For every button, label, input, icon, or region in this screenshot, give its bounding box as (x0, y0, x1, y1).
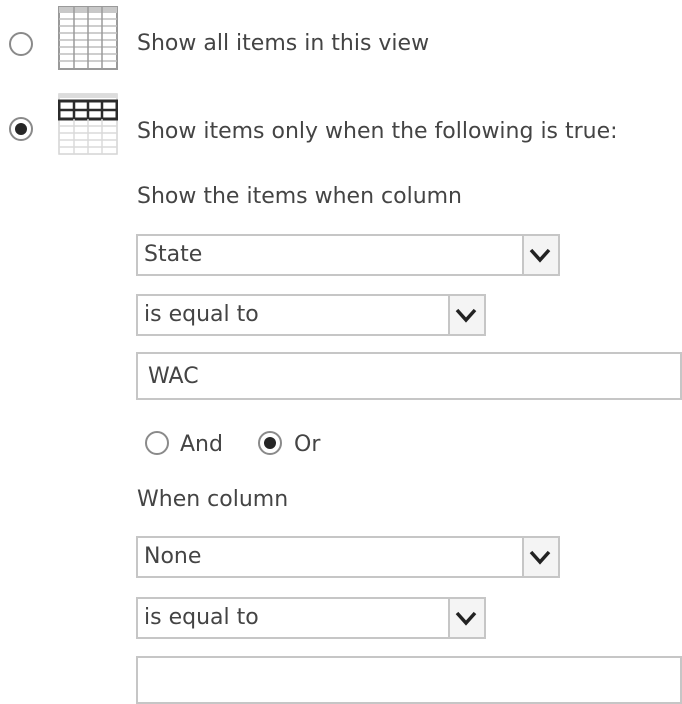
show-all-label[interactable]: Show all items in this view (137, 30, 429, 58)
condition2-value-input[interactable] (136, 656, 682, 704)
and-label[interactable]: And (180, 431, 223, 459)
or-radio[interactable] (258, 431, 282, 455)
grid-all-icon (58, 6, 118, 70)
condition1-heading: Show the items when column (137, 184, 463, 209)
chevron-down-icon[interactable] (448, 599, 484, 637)
and-radio[interactable] (145, 431, 169, 455)
chevron-down-icon[interactable] (448, 296, 484, 334)
chevron-down-icon[interactable] (522, 538, 558, 576)
condition1-column-value: State (144, 242, 203, 267)
condition2-operator-value: is equal to (144, 605, 259, 630)
chevron-down-icon[interactable] (522, 236, 558, 274)
show-filtered-label[interactable]: Show items only when the following is tr… (137, 118, 618, 146)
condition1-operator-value: is equal to (144, 302, 259, 327)
or-radio-dot (264, 437, 276, 449)
grid-filtered-icon (58, 93, 118, 155)
condition2-heading: When column (137, 487, 289, 512)
show-all-radio[interactable] (9, 32, 33, 56)
condition1-value-input[interactable]: WAC (136, 352, 682, 400)
condition1-column-select[interactable]: State (136, 234, 560, 276)
condition1-value-text: WAC (148, 364, 199, 389)
condition2-column-value: None (144, 544, 202, 569)
condition2-operator-select[interactable]: is equal to (136, 597, 486, 639)
show-filtered-radio-dot (15, 123, 27, 135)
condition2-column-select[interactable]: None (136, 536, 560, 578)
condition1-operator-select[interactable]: is equal to (136, 294, 486, 336)
or-label[interactable]: Or (294, 431, 320, 459)
show-filtered-radio[interactable] (9, 117, 33, 141)
